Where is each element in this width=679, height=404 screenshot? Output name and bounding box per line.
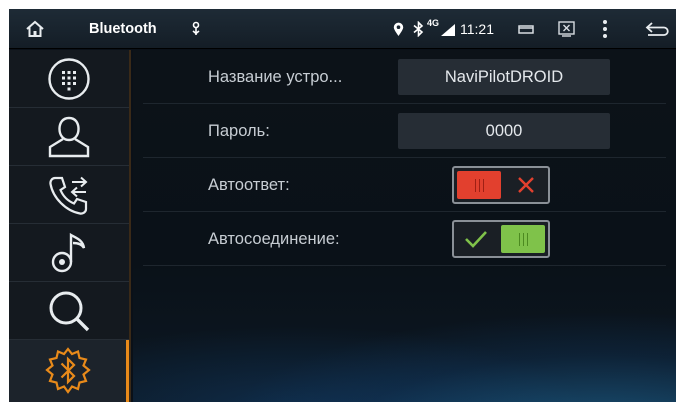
search-icon bbox=[49, 291, 90, 331]
sidebar-item-dialpad[interactable] bbox=[9, 50, 129, 108]
sidebar-item-search[interactable] bbox=[9, 282, 129, 340]
setting-row-auto-answer: Автоответ: bbox=[143, 158, 666, 212]
status-bar: Bluetooth 4G 11:21 bbox=[9, 9, 676, 49]
sidebar-item-call-log[interactable] bbox=[9, 166, 129, 224]
auto-answer-toggle[interactable] bbox=[452, 166, 550, 204]
call-log-icon bbox=[49, 176, 88, 215]
sidebar-item-contacts[interactable] bbox=[9, 108, 129, 166]
sidebar bbox=[9, 50, 131, 402]
setting-row-device-name: Название устро... NaviPilotDROID bbox=[143, 50, 666, 104]
bluetooth-icon bbox=[411, 9, 425, 49]
auto-answer-label: Автоответ: bbox=[208, 175, 290, 194]
device-name-field[interactable]: NaviPilotDROID bbox=[398, 59, 610, 95]
sidebar-item-bluetooth-settings[interactable] bbox=[9, 340, 129, 402]
setting-row-password: Пароль: 0000 bbox=[143, 104, 666, 158]
toggle-knob bbox=[457, 171, 501, 199]
location-icon bbox=[390, 9, 406, 49]
screen: Bluetooth 4G 11:21 Название устро... Nav… bbox=[9, 9, 676, 402]
home-icon[interactable] bbox=[21, 9, 49, 49]
setting-row-auto-connect: Автосоединение: bbox=[143, 212, 666, 266]
cross-icon bbox=[504, 168, 548, 202]
more-icon[interactable] bbox=[596, 9, 614, 49]
network-type-label: 4G bbox=[427, 18, 440, 28]
toggle-knob bbox=[501, 225, 545, 253]
sidebar-item-music[interactable] bbox=[9, 224, 129, 282]
password-label: Пароль: bbox=[208, 121, 270, 140]
app-title: Bluetooth bbox=[89, 21, 157, 37]
contacts-icon bbox=[48, 116, 90, 157]
usb-icon bbox=[187, 9, 205, 49]
dialpad-icon bbox=[48, 57, 90, 100]
password-field[interactable]: 0000 bbox=[398, 113, 610, 149]
clock: 11:21 bbox=[460, 21, 494, 37]
back-icon[interactable] bbox=[643, 9, 671, 49]
signal-icon: 4G bbox=[427, 9, 457, 49]
settings-panel: Название устро... NaviPilotDROID Пароль:… bbox=[133, 50, 676, 402]
bluetooth-settings-icon bbox=[44, 347, 91, 394]
auto-connect-label: Автосоединение: bbox=[208, 229, 340, 248]
window-icon[interactable] bbox=[514, 9, 538, 49]
check-icon bbox=[454, 222, 498, 256]
music-icon bbox=[51, 232, 86, 272]
device-name-label: Название устро... bbox=[208, 67, 343, 86]
screenshot-icon[interactable] bbox=[554, 9, 578, 49]
auto-connect-toggle[interactable] bbox=[452, 220, 550, 258]
